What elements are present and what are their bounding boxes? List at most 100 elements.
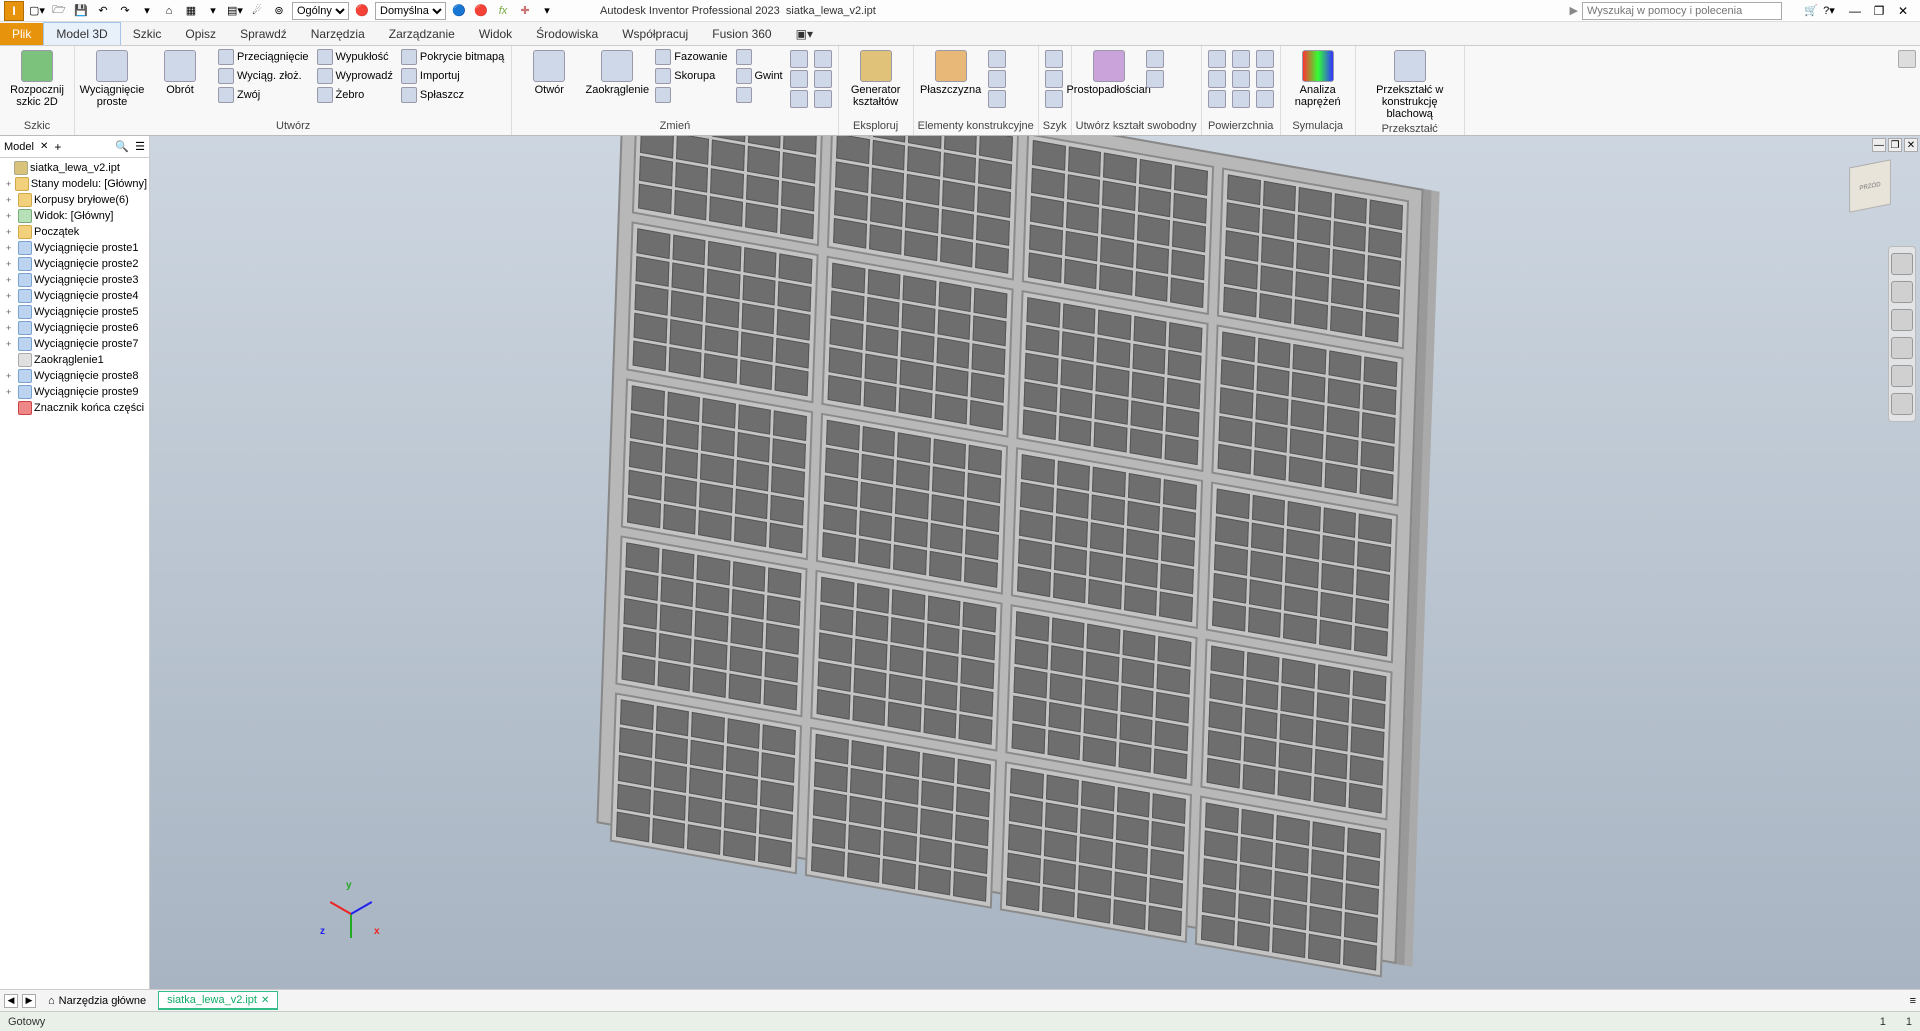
tree-node[interactable]: +Widok: [Główny] xyxy=(2,208,147,224)
box-freeform-button[interactable]: Prostopadłościan xyxy=(1076,48,1142,98)
browser-search-icon[interactable]: 🔍 xyxy=(115,140,129,153)
unwrap-button[interactable]: Spłaszcz xyxy=(398,86,507,104)
convert-sheetmetal-button[interactable]: Przekształć w konstrukcję blachową xyxy=(1360,48,1460,122)
tab-extra-icon[interactable]: ▣▾ xyxy=(784,23,825,45)
qat-icon[interactable]: ▾ xyxy=(204,2,222,20)
nav-lookat-icon[interactable] xyxy=(1891,365,1913,387)
view-cube[interactable]: PRZÓD xyxy=(1840,156,1900,216)
tab-scroll-right-icon[interactable]: ▶ xyxy=(22,994,36,1008)
tree-node[interactable]: +Wyciągnięcie proste4 xyxy=(2,288,147,304)
modify-button[interactable] xyxy=(652,86,730,104)
tab-wspolpracuj[interactable]: Współpracuj xyxy=(610,23,700,45)
surf9-icon[interactable] xyxy=(1256,90,1274,108)
new-icon[interactable]: ▢▾ xyxy=(28,2,46,20)
tree-node[interactable]: Znacznik końca części xyxy=(2,400,147,416)
modify2-button[interactable] xyxy=(733,86,786,104)
delete-face-icon[interactable] xyxy=(814,50,832,68)
surf2-icon[interactable] xyxy=(1208,70,1226,88)
browser-tab-model[interactable]: Model xyxy=(4,141,34,153)
stress-analysis-button[interactable]: Analiza naprężeń xyxy=(1285,48,1351,110)
tab-opisz[interactable]: Opisz xyxy=(173,23,228,45)
tree-node[interactable]: +Wyciągnięcie proste8 xyxy=(2,368,147,384)
nav-wheel-icon[interactable] xyxy=(1891,253,1913,275)
nav-zoom-icon[interactable] xyxy=(1891,309,1913,331)
move-body-icon[interactable] xyxy=(814,70,832,88)
sweep-button[interactable]: Przeciągnięcie xyxy=(215,48,312,66)
circ-pattern-icon[interactable] xyxy=(1045,70,1063,88)
tab-szkic[interactable]: Szkic xyxy=(121,23,174,45)
browser-menu-icon[interactable]: ☰ xyxy=(135,140,145,153)
ribbon-options-icon[interactable] xyxy=(1898,50,1916,68)
tab-zarzadzanie[interactable]: Zarządzanie xyxy=(377,23,467,45)
extrude-button[interactable]: Wyciągnięcie proste xyxy=(79,48,145,110)
tab-srodowiska[interactable]: Środowiska xyxy=(524,23,610,45)
tab-document-active[interactable]: siatka_lewa_v2.ipt ✕ xyxy=(158,991,278,1010)
save-icon[interactable]: 💾 xyxy=(72,2,90,20)
shell-button[interactable]: Skorupa xyxy=(652,67,730,85)
surf5-icon[interactable] xyxy=(1232,70,1250,88)
close-button[interactable]: ✕ xyxy=(1894,2,1912,20)
cart-icon[interactable]: 🛒 xyxy=(1802,2,1820,20)
tab-home[interactable]: ⌂ Narzędzia główne xyxy=(40,993,154,1009)
mirror-icon[interactable] xyxy=(1045,90,1063,108)
split-icon[interactable] xyxy=(790,50,808,68)
tree-node[interactable]: +Stany modelu: [Główny] xyxy=(2,176,147,192)
model-geometry[interactable] xyxy=(596,136,1423,964)
nav-pan-icon[interactable] xyxy=(1891,281,1913,303)
help-search-input[interactable] xyxy=(1582,2,1782,20)
rib-button[interactable]: Żebro xyxy=(314,86,396,104)
copy-obj-icon[interactable] xyxy=(814,90,832,108)
home-icon[interactable]: ⌂ xyxy=(160,2,178,20)
tree-node[interactable]: +Wyciągnięcie proste7 xyxy=(2,336,147,352)
app-logo[interactable]: I xyxy=(4,1,24,21)
thread-small-button[interactable] xyxy=(733,48,786,66)
derive-button[interactable]: Wyprowadź xyxy=(314,67,396,85)
decal-button[interactable]: Pokrycie bitmapą xyxy=(398,48,507,66)
qat-more-icon[interactable]: ▾ xyxy=(538,2,556,20)
surf7-icon[interactable] xyxy=(1256,50,1274,68)
chamfer-button[interactable]: Fazowanie xyxy=(652,48,730,66)
doc-close-icon[interactable]: ✕ xyxy=(1904,138,1918,152)
rect-pattern-icon[interactable] xyxy=(1045,50,1063,68)
properties-icon[interactable]: ▤▾ xyxy=(226,2,244,20)
tab-fusion360[interactable]: Fusion 360 xyxy=(700,23,783,45)
import-button[interactable]: Importuj xyxy=(398,67,507,85)
loft-button[interactable]: Wyciąg. złoż. xyxy=(215,67,312,85)
tab-model-3d[interactable]: Model 3D xyxy=(43,22,120,45)
tab-scroll-left-icon[interactable]: ◀ xyxy=(4,994,18,1008)
direct-icon[interactable] xyxy=(790,90,808,108)
browser-tab-add-icon[interactable]: + xyxy=(54,140,61,154)
open-icon[interactable]: 🗁 xyxy=(50,2,68,20)
nav-orbit-icon[interactable] xyxy=(1891,337,1913,359)
orientation-triad[interactable]: y x z xyxy=(320,884,380,944)
undo-icon[interactable]: ↶ xyxy=(94,2,112,20)
restore-button[interactable]: ❐ xyxy=(1870,2,1888,20)
tree-node[interactable]: +Wyciągnięcie proste9 xyxy=(2,384,147,400)
appearance-icon[interactable]: 🔵 xyxy=(450,2,468,20)
surf8-icon[interactable] xyxy=(1256,70,1274,88)
hole-button[interactable]: Otwór xyxy=(516,48,582,98)
appearance2-icon[interactable]: 🔴 xyxy=(472,2,490,20)
surf6-icon[interactable] xyxy=(1232,90,1250,108)
redo-icon[interactable]: ↷ xyxy=(116,2,134,20)
combine-icon[interactable] xyxy=(790,70,808,88)
ff2-icon[interactable] xyxy=(1146,70,1164,88)
tab-menu-icon[interactable]: ≡ xyxy=(1910,995,1916,1007)
plane-button[interactable]: Płaszczyzna xyxy=(918,48,984,98)
tree-node[interactable]: +Wyciągnięcie proste3 xyxy=(2,272,147,288)
tree-node[interactable]: +Wyciągnięcie proste5 xyxy=(2,304,147,320)
surf4-icon[interactable] xyxy=(1232,50,1250,68)
revolve-button[interactable]: Obrót xyxy=(147,48,213,98)
tree-root[interactable]: siatka_lewa_v2.ipt xyxy=(2,160,147,176)
tab-file[interactable]: Plik xyxy=(0,23,43,45)
tab-widok[interactable]: Widok xyxy=(467,23,524,45)
point-icon[interactable] xyxy=(988,70,1006,88)
tree-node[interactable]: +Wyciągnięcie proste6 xyxy=(2,320,147,336)
search-go-icon[interactable]: ▶ xyxy=(1570,4,1578,17)
tree-node[interactable]: +Wyciągnięcie proste1 xyxy=(2,240,147,256)
thread-button[interactable]: Gwint xyxy=(733,67,786,85)
help-icon[interactable]: ?▾ xyxy=(1820,2,1838,20)
axis-icon[interactable] xyxy=(988,50,1006,68)
viewport[interactable]: — ❐ ✕ y x z PRZÓD xyxy=(150,136,1920,989)
doc-min-icon[interactable]: — xyxy=(1872,138,1886,152)
